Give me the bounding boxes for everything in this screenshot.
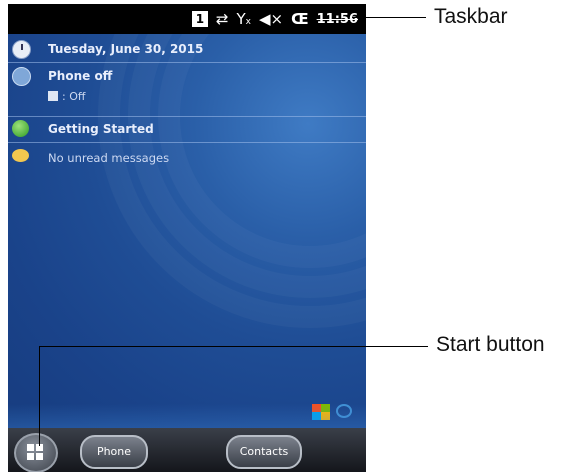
windows-logo-icon bbox=[27, 444, 43, 460]
divider bbox=[8, 116, 366, 117]
bluetooth-icon bbox=[48, 91, 58, 101]
taskbar-status-icons: 1 ⇄ Yx ◀× Œ 11:56 bbox=[191, 7, 358, 31]
phone-antenna-icon bbox=[12, 67, 31, 86]
today-phone-row[interactable]: Phone off : Off bbox=[8, 64, 366, 114]
start-callout-label: Start button bbox=[436, 333, 545, 356]
divider bbox=[8, 62, 366, 63]
bottom-bar: Phone Contacts bbox=[8, 428, 366, 472]
signal-off-icon[interactable]: Yx bbox=[236, 10, 251, 28]
battery-icon[interactable]: Œ bbox=[291, 10, 309, 28]
taskbar-callout-line bbox=[352, 17, 426, 18]
today-getting-started-row[interactable]: Getting Started bbox=[8, 118, 366, 140]
contacts-softkey[interactable]: Contacts bbox=[226, 435, 302, 469]
clock-time[interactable]: 11:56 bbox=[317, 12, 358, 27]
phone-softkey[interactable]: Phone bbox=[80, 435, 148, 469]
today-date-row[interactable]: Tuesday, June 30, 2015 bbox=[8, 38, 366, 60]
taskbar[interactable]: 1 ⇄ Yx ◀× Œ 11:56 bbox=[8, 4, 366, 34]
divider bbox=[8, 142, 366, 143]
getting-started-label: Getting Started bbox=[48, 122, 154, 136]
today-messages-row[interactable]: No unread messages bbox=[8, 146, 366, 168]
phone-status-detail: : Off bbox=[62, 90, 86, 103]
device-screen: 1 ⇄ Yx ◀× Œ 11:56 Tuesday, June 30, 2015… bbox=[8, 4, 366, 472]
speaker-muted-icon[interactable]: ◀× bbox=[259, 10, 283, 28]
taskbar-callout-label: Taskbar bbox=[434, 5, 508, 28]
phone-status-title: Phone off bbox=[48, 69, 113, 83]
envelope-icon bbox=[12, 149, 29, 162]
wave-decoration bbox=[8, 404, 366, 428]
getting-started-icon bbox=[12, 120, 29, 137]
start-button[interactable] bbox=[14, 433, 58, 472]
messages-text: No unread messages bbox=[48, 151, 170, 165]
notification-count-icon[interactable]: 1 bbox=[191, 11, 208, 27]
clock-icon bbox=[12, 40, 31, 59]
start-callout-line bbox=[39, 346, 428, 347]
start-callout-vertical bbox=[39, 346, 40, 446]
sync-arrows-icon[interactable]: ⇄ bbox=[216, 10, 229, 28]
date-text: Tuesday, June 30, 2015 bbox=[48, 42, 204, 56]
